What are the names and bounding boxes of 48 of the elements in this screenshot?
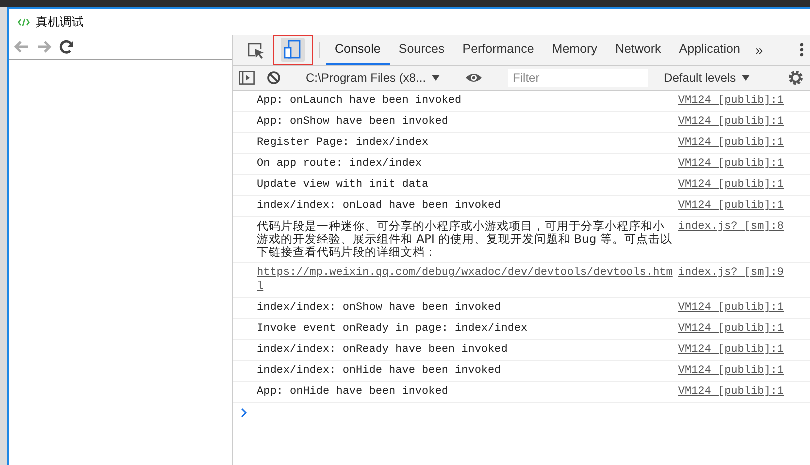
filter-field[interactable]: Filter — [508, 69, 648, 87]
tab[interactable]: Application — [670, 35, 750, 65]
log-message: App: onHide have been invoked — [257, 385, 450, 399]
more-menu-icon[interactable] — [800, 42, 804, 58]
source-link[interactable]: VM124 [publib]:1 — [678, 178, 784, 192]
source-link[interactable]: VM124 [publib]:1 — [678, 157, 784, 171]
sidebar-toggle-icon[interactable] — [239, 71, 255, 85]
log-message: index/index: onLoad have been invoked — [257, 199, 502, 213]
eye-icon[interactable] — [465, 72, 484, 84]
device-icon — [281, 38, 305, 62]
tab[interactable]: Memory — [543, 35, 606, 65]
log-message: Register Page: index/index — [257, 136, 430, 150]
settings-icon[interactable] — [788, 70, 804, 86]
source-link[interactable]: VM124 [publib]:1 — [678, 136, 784, 150]
log-message: App: onShow have been invoked — [257, 115, 450, 129]
log-message: App: onLaunch have been invoked — [257, 94, 463, 108]
device-toolbar-button[interactable] — [273, 35, 313, 65]
source-link[interactable]: VM124 [publib]:1 — [678, 94, 784, 108]
source-link[interactable]: VM124 [publib]:1 — [678, 322, 784, 336]
log-message: 代码片段是一种迷你、可分享的小程序或小游戏项目，可用于分享小程序和小游戏的开发经验、展示组件和 API 的使用、复现开发问题和 Bug 等。可点击以下链接查看代码片段的详细文档： — [257, 220, 674, 259]
caret-icon — [742, 75, 750, 81]
context-dropdown[interactable]: C:\Program Files (x8... — [302, 71, 444, 85]
source-link[interactable]: index.js? [sm]:9 — [678, 266, 784, 294]
source-link[interactable]: VM124 [publib]:1 — [678, 199, 784, 213]
tab[interactable]: Performance — [454, 35, 544, 65]
code-icon — [18, 18, 30, 26]
tab[interactable]: Network — [606, 35, 670, 65]
log-message: index/index: onReady have been invoked — [257, 343, 509, 357]
log-message: index/index: onShow have been invoked — [257, 301, 502, 315]
log-link[interactable]: https://mp.weixin.qq.com/debug/wxadoc/dev/devtools/devtools.html — [257, 266, 674, 294]
source-link[interactable]: index.js? [sm]:8 — [678, 220, 784, 259]
levels-dropdown[interactable]: Default levels — [660, 71, 754, 85]
log-message: index/index: onHide have been invoked — [257, 364, 502, 378]
source-link[interactable]: VM124 [publib]:1 — [678, 343, 784, 357]
reload-button[interactable] — [59, 39, 75, 55]
clear-console-icon[interactable] — [267, 71, 281, 85]
log-message: Update view with init data — [257, 178, 430, 192]
caret-icon — [432, 75, 440, 81]
log-message: Invoke event onReady in page: index/index — [257, 322, 529, 336]
log-message: On app route: index/index — [257, 157, 424, 171]
source-link[interactable]: VM124 [publib]:1 — [678, 115, 784, 129]
more-tabs-button[interactable]: » — [749, 35, 770, 65]
tab[interactable]: Sources — [390, 35, 454, 65]
prompt-icon — [241, 408, 248, 418]
source-link[interactable]: VM124 [publib]:1 — [678, 364, 784, 378]
window-title: 真机调试 — [36, 14, 84, 30]
source-link[interactable]: VM124 [publib]:1 — [678, 301, 784, 315]
source-link[interactable]: VM124 [publib]:1 — [678, 385, 784, 399]
